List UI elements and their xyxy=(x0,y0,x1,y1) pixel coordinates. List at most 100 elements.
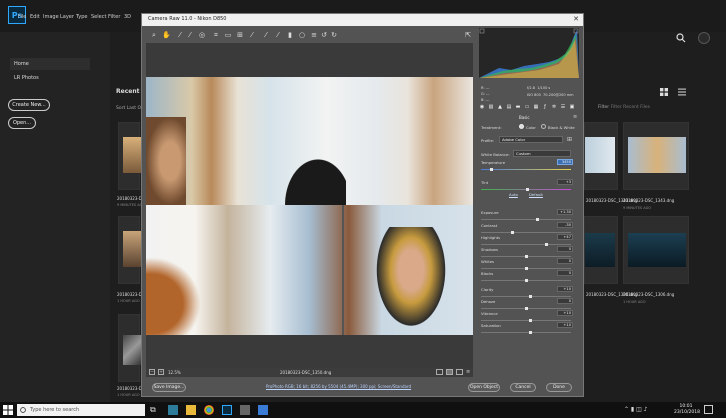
rotate-right-icon[interactable]: ↻ xyxy=(330,31,338,39)
tint-value-field[interactable]: +3 xyxy=(557,179,573,185)
graduated-filter-icon[interactable]: ▮ xyxy=(286,31,294,39)
temperature-value-field[interactable]: 3450 xyxy=(557,159,573,165)
recent-thumbnail[interactable] xyxy=(118,216,141,284)
zoom-in-icon[interactable]: + xyxy=(158,369,164,375)
color-sampler-tool-icon[interactable]: ⁄ xyxy=(186,31,194,39)
highlights-slider-handle[interactable] xyxy=(545,243,549,246)
preferences-icon[interactable]: ≡ xyxy=(310,31,318,39)
recent-thumbnail[interactable] xyxy=(584,216,618,284)
clock[interactable]: 10:01 23/10/2018 xyxy=(674,404,700,415)
done-button[interactable]: Done xyxy=(546,383,572,392)
fullscreen-icon[interactable]: ⇱ xyxy=(464,31,472,39)
taskbar-app-icon[interactable] xyxy=(168,405,178,415)
task-view-icon[interactable]: ⧉ xyxy=(150,405,160,415)
menu-image[interactable]: Image xyxy=(43,14,59,20)
spot-removal-icon[interactable]: ⁄ xyxy=(248,31,256,39)
temperature-slider[interactable] xyxy=(481,168,571,171)
filter-input[interactable]: Filter Recent Files xyxy=(611,105,650,110)
targeted-adjustment-icon[interactable]: ◎ xyxy=(198,31,206,39)
menu-filter[interactable]: Filter xyxy=(108,14,120,20)
straighten-tool-icon[interactable]: ▭ xyxy=(224,31,232,39)
close-icon[interactable]: ✕ xyxy=(573,15,579,23)
clarity-value-field[interactable]: +10 xyxy=(557,286,573,292)
rotate-left-icon[interactable]: ↺ xyxy=(320,31,328,39)
create-new-button[interactable]: Create New... xyxy=(8,99,50,111)
contrast-value-field[interactable]: -30 xyxy=(557,222,573,228)
shadows-value-field[interactable]: 0 xyxy=(557,246,573,252)
zoom-tool-icon[interactable]: ⌕ xyxy=(150,31,158,39)
tint-slider[interactable] xyxy=(481,188,571,191)
photoshop-taskbar-icon[interactable] xyxy=(222,405,232,415)
tint-slider-handle[interactable] xyxy=(526,188,530,191)
white-balance-tool-icon[interactable]: ⁄ xyxy=(176,31,184,39)
blacks-value-field[interactable]: 0 xyxy=(557,270,573,276)
temperature-slider-handle[interactable] xyxy=(490,168,494,171)
zoom-level[interactable]: 12.5% xyxy=(168,370,181,375)
image-preview[interactable] xyxy=(146,43,473,369)
exposure-value-field[interactable]: +1.30 xyxy=(557,209,573,215)
toggle-defaults-icon[interactable]: ≡ xyxy=(466,369,472,375)
exposure-slider-handle[interactable] xyxy=(536,218,540,221)
avatar[interactable] xyxy=(698,32,710,44)
sort-label[interactable]: Sort Last O xyxy=(116,106,141,111)
clarity-slider[interactable] xyxy=(481,295,571,298)
dehaze-value-field[interactable]: 0 xyxy=(557,298,573,304)
whites-value-field[interactable]: 0 xyxy=(557,258,573,264)
menu-3d[interactable]: 3D xyxy=(124,14,131,20)
cancel-button[interactable]: Cancel xyxy=(510,383,536,392)
saturation-slider[interactable] xyxy=(481,331,571,334)
transform-tool-icon[interactable]: ⊞ xyxy=(236,31,244,39)
system-tray-icons[interactable]: ⌃ ▮ ◫ ♪ xyxy=(624,406,648,413)
dehaze-slider-handle[interactable] xyxy=(524,307,528,310)
whites-slider[interactable] xyxy=(481,267,571,270)
zoom-out-icon[interactable]: − xyxy=(149,369,155,375)
recent-thumbnail[interactable] xyxy=(584,122,618,190)
menu-edit[interactable]: Edit xyxy=(30,14,40,20)
search-icon[interactable] xyxy=(676,33,686,43)
grid-view-icon[interactable] xyxy=(660,88,668,96)
swap-settings-icon[interactable] xyxy=(446,369,453,375)
taskbar-app-icon[interactable] xyxy=(240,405,250,415)
crop-tool-icon[interactable]: ⌗ xyxy=(212,31,220,39)
recent-thumbnail[interactable] xyxy=(118,314,141,382)
dehaze-slider[interactable] xyxy=(481,307,571,310)
recent-thumbnail[interactable] xyxy=(623,216,689,284)
radial-filter-icon[interactable]: ○ xyxy=(298,31,306,39)
recent-thumbnail[interactable] xyxy=(118,122,141,190)
windows-start-icon[interactable] xyxy=(3,405,13,415)
workflow-options-link[interactable]: ProPhoto RGB; 16 bit; 8256 by 5504 (45.4… xyxy=(266,384,411,389)
blacks-slider-handle[interactable] xyxy=(524,279,528,282)
contrast-slider-handle[interactable] xyxy=(511,231,514,234)
hand-tool-icon[interactable]: ✋ xyxy=(162,31,171,39)
copy-settings-icon[interactable] xyxy=(456,369,463,375)
list-view-icon[interactable] xyxy=(678,88,686,96)
open-button[interactable]: Open... xyxy=(8,117,36,129)
open-object-button[interactable]: Open Object xyxy=(468,383,500,392)
sidebar-item-lr-photos[interactable]: LR Photos xyxy=(10,72,43,84)
shadows-slider[interactable] xyxy=(481,255,571,258)
highlights-value-field[interactable]: +47 xyxy=(557,234,573,240)
chrome-icon[interactable] xyxy=(204,405,214,415)
before-after-icon[interactable] xyxy=(436,369,443,375)
sidebar-item-home[interactable]: Home xyxy=(10,58,90,70)
save-image-button[interactable]: Save Image... xyxy=(152,383,186,392)
dialog-titlebar[interactable]: Camera Raw 11.0 - Nikon D850 ✕ xyxy=(142,14,583,26)
shadows-slider-handle[interactable] xyxy=(524,255,528,258)
file-explorer-icon[interactable] xyxy=(186,405,196,415)
menu-type[interactable]: Type xyxy=(76,14,87,20)
contrast-slider[interactable] xyxy=(481,231,571,234)
menu-layer[interactable]: Layer xyxy=(60,14,74,20)
clarity-slider-handle[interactable] xyxy=(529,295,532,298)
taskbar-search-box[interactable]: Type here to search xyxy=(17,404,145,416)
red-eye-icon[interactable]: ⁄ xyxy=(262,31,270,39)
taskbar-app-icon[interactable] xyxy=(258,405,268,415)
saturation-slider-handle[interactable] xyxy=(529,331,532,334)
saturation-value-field[interactable]: +10 xyxy=(557,322,573,328)
exposure-slider[interactable] xyxy=(481,218,571,221)
adjustment-brush-icon[interactable]: ⁄ xyxy=(274,31,282,39)
vibrance-slider[interactable] xyxy=(481,319,571,322)
vibrance-slider-handle[interactable] xyxy=(529,319,532,322)
menu-select[interactable]: Select xyxy=(91,14,106,20)
whites-slider-handle[interactable] xyxy=(524,267,528,270)
blacks-slider[interactable] xyxy=(481,279,571,282)
